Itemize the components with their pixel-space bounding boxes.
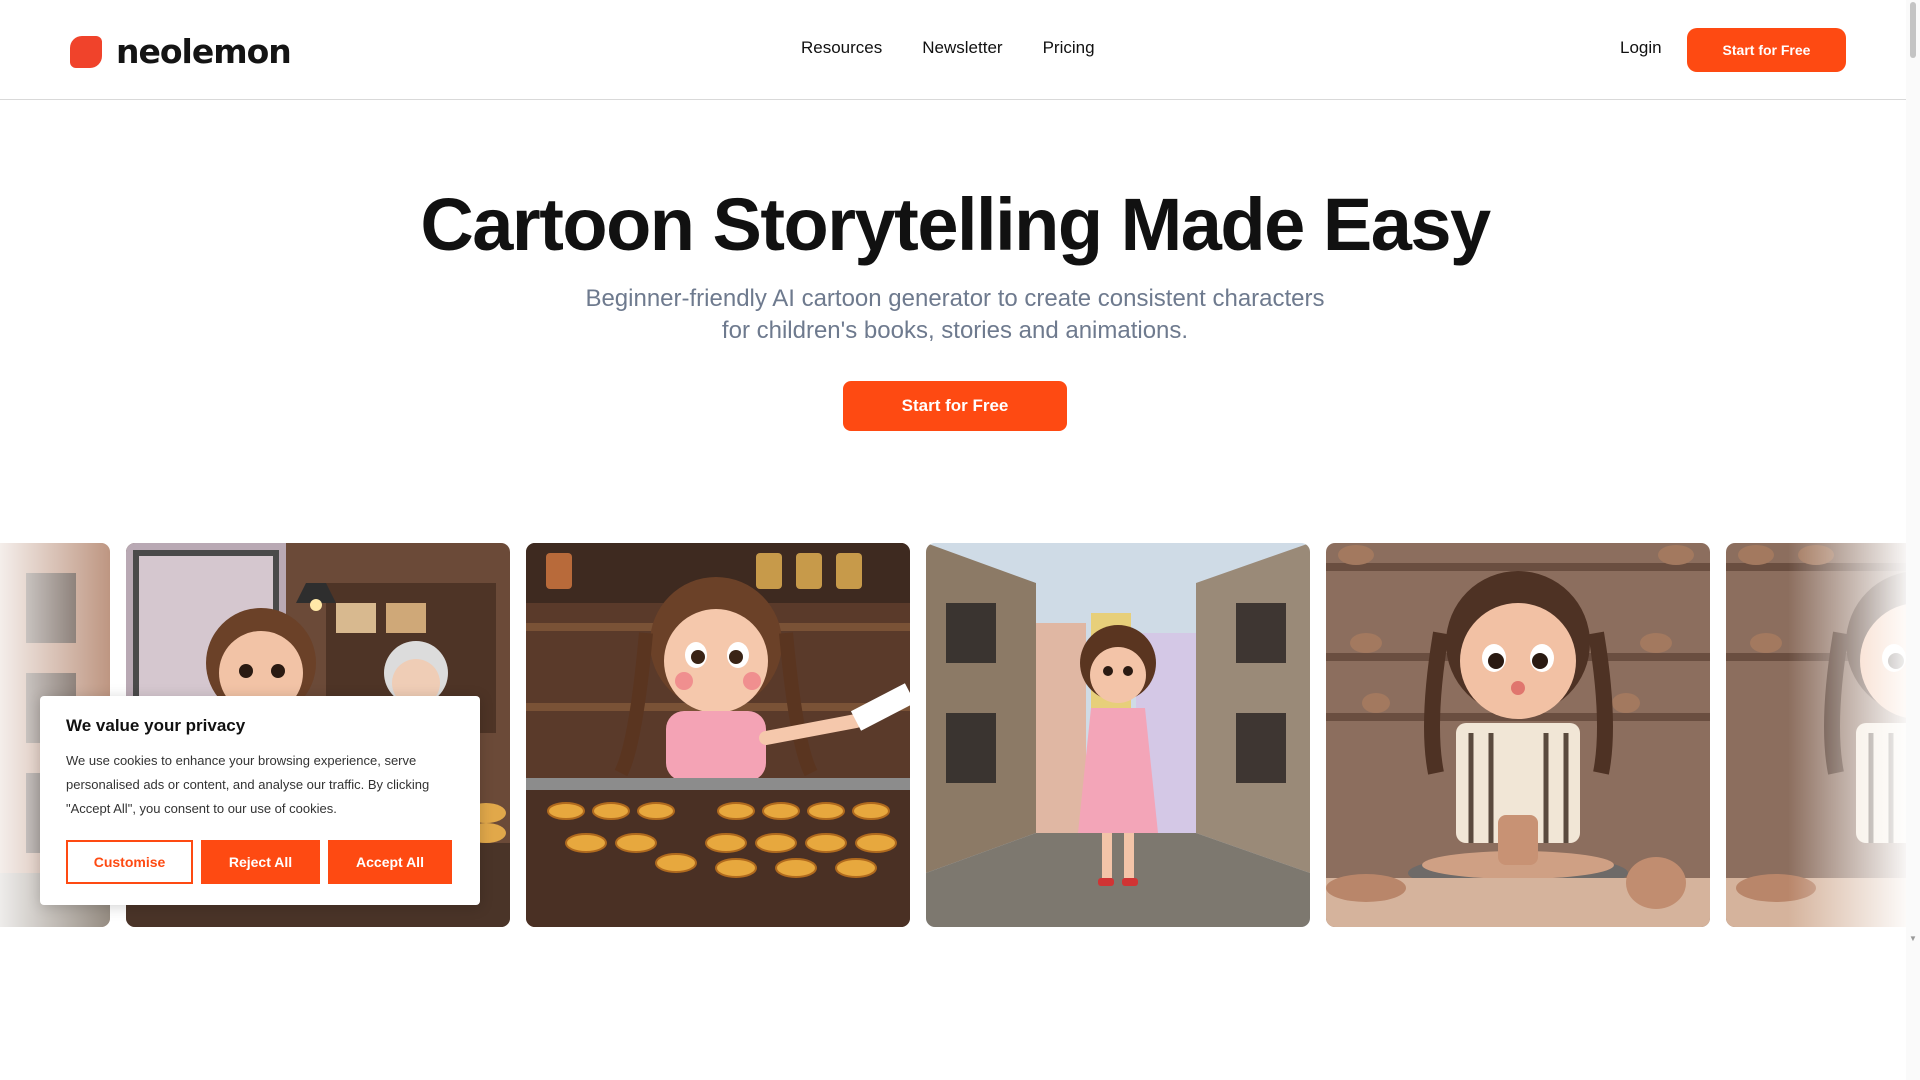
brand-logo[interactable]: neolemon	[70, 32, 292, 71]
carousel-image-cobblestone-street	[926, 543, 1310, 927]
accept-all-button[interactable]: Accept All	[328, 840, 452, 884]
pottery-studio-illustration	[1326, 543, 1710, 927]
carousel-image-pastry-shop	[526, 543, 910, 927]
scroll-down-arrow-icon[interactable]: ▼	[1909, 934, 1917, 943]
pastry-shop-illustration	[526, 543, 910, 927]
main-nav: Resources Newsletter Pricing	[801, 38, 1095, 58]
hero-title: Cartoon Storytelling Made Easy	[420, 183, 1491, 266]
cookie-banner-text: We use cookies to enhance your browsing …	[66, 753, 430, 816]
customise-button[interactable]: Customise	[66, 840, 193, 884]
scrollbar-thumb[interactable]	[1910, 2, 1916, 58]
cookie-consent-banner: We value your privacy We use cookies to …	[40, 696, 480, 905]
reject-all-button[interactable]: Reject All	[201, 840, 320, 884]
lemon-logo-icon	[70, 35, 102, 68]
site-header: neolemon Resources Newsletter Pricing Lo…	[0, 0, 1906, 100]
cobblestone-street-illustration	[926, 543, 1310, 927]
nav-item-pricing[interactable]: Pricing	[1043, 38, 1095, 58]
cookie-banner-actions: Customise Reject All Accept All	[66, 840, 452, 884]
login-link[interactable]: Login	[1620, 38, 1662, 58]
hero-subtitle-line-2: for children's books, stories and animat…	[721, 317, 1189, 344]
hero-subtitle-line-1: Beginner-friendly AI cartoon generator t…	[585, 285, 1325, 312]
nav-item-newsletter[interactable]: Newsletter	[922, 38, 1002, 58]
nav-item-resources[interactable]: Resources	[801, 38, 882, 58]
cookie-banner-title: We value your privacy	[66, 716, 246, 735]
carousel-fade-right	[1788, 543, 1908, 927]
page-scrollbar[interactable]: ▼	[1906, 0, 1920, 1080]
header-start-for-free-button[interactable]: Start for Free	[1687, 28, 1846, 72]
brand-name: neolemon	[116, 32, 292, 71]
hero-start-for-free-button[interactable]: Start for Free	[843, 381, 1067, 431]
hero-subtitle: Beginner-friendly AI cartoon generator t…	[560, 283, 1350, 347]
carousel-image-pottery-studio	[1326, 543, 1710, 927]
